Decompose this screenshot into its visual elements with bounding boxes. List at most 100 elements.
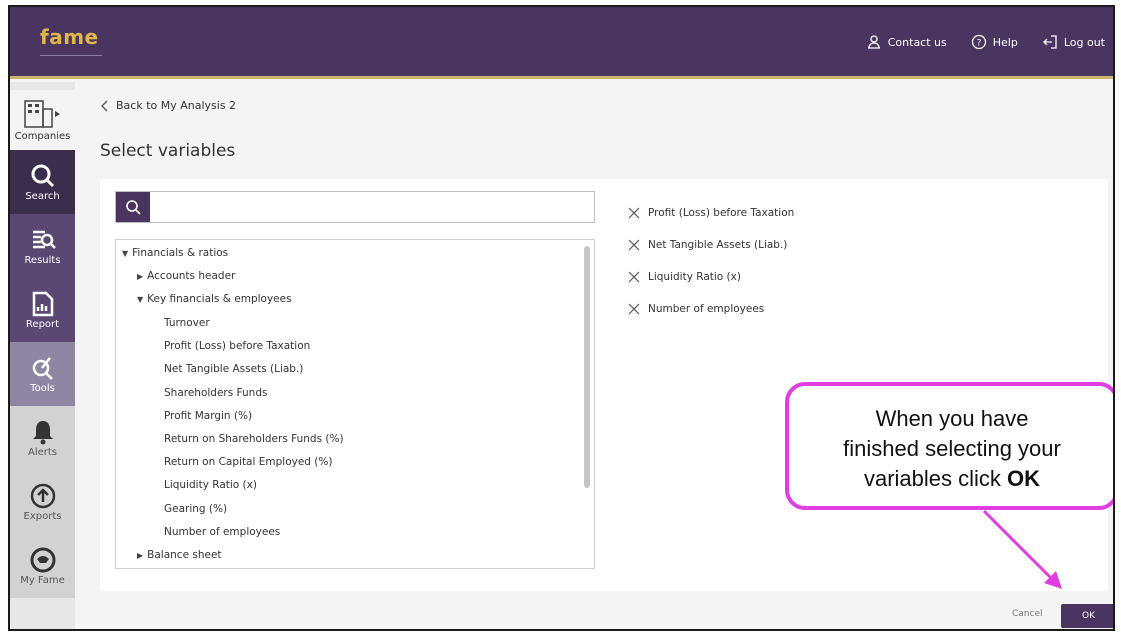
sidebar-item-results[interactable]: Results bbox=[10, 214, 75, 278]
log-out-link[interactable]: Log out bbox=[1042, 34, 1105, 50]
sidebar-label-my-fame: My Fame bbox=[20, 574, 65, 586]
selected-variable-label: Net Tangible Assets (Liab.) bbox=[648, 239, 788, 251]
tree-leaf-item[interactable]: Net Tangible Assets (Liab.) bbox=[164, 358, 594, 380]
remove-icon[interactable] bbox=[628, 239, 640, 251]
sidebar-label-companies: Companies bbox=[14, 130, 71, 142]
tree-node-label: Accounts header bbox=[147, 270, 236, 282]
page-title: Select variables bbox=[100, 141, 236, 161]
tree-leaf-item[interactable]: Shareholders Funds bbox=[164, 382, 594, 404]
variable-search bbox=[115, 191, 595, 223]
tree-leaf-item[interactable]: Gearing (%) bbox=[164, 498, 594, 520]
remove-icon[interactable] bbox=[628, 271, 640, 283]
tree-leaf-item[interactable]: Number of employees bbox=[164, 521, 594, 543]
back-link[interactable]: Back to My Analysis 2 bbox=[100, 99, 236, 112]
remove-icon[interactable] bbox=[628, 207, 640, 219]
tree-node-label: Financials & ratios bbox=[132, 247, 229, 259]
sidebar-item-search[interactable]: Search bbox=[10, 150, 75, 214]
caret-down-icon: ▼ bbox=[137, 294, 144, 304]
profile-icon bbox=[30, 547, 55, 572]
back-link-label: Back to My Analysis 2 bbox=[116, 99, 237, 112]
tree-leaf-label: Gearing (%) bbox=[164, 502, 228, 515]
logo-underline bbox=[40, 55, 102, 56]
sidebar-label-exports: Exports bbox=[23, 510, 62, 522]
upload-icon bbox=[30, 483, 55, 508]
tree-scrollbar[interactable] bbox=[584, 246, 590, 488]
results-icon bbox=[32, 230, 56, 249]
variable-tree: ▼ Financials & ratios ▶ Accounts header ▼ K… bbox=[115, 239, 595, 569]
help-link[interactable]: ? Help bbox=[971, 34, 1018, 50]
tree-leaf-item[interactable]: Profit (Loss) before Taxation bbox=[164, 335, 594, 357]
callout-line-1: When you have bbox=[875, 406, 1029, 431]
selected-variable-item: Net Tangible Assets (Liab.) bbox=[628, 229, 794, 261]
selected-variable-label: Number of employees bbox=[648, 303, 765, 315]
callout-line-3-text: variables click bbox=[863, 466, 1008, 491]
tree-leaf-item[interactable]: Profit Margin (%) bbox=[164, 405, 594, 427]
sidebar-item-alerts[interactable]: Alerts bbox=[10, 406, 75, 470]
search-input[interactable] bbox=[154, 196, 584, 218]
sidebar-item-report[interactable]: Report bbox=[10, 278, 75, 342]
sidebar-item-exports[interactable]: Exports bbox=[10, 470, 75, 534]
sidebar: Companies Search Results Report Tools Al… bbox=[10, 82, 75, 629]
tree-leaf-label: Return on Capital Employed (%) bbox=[164, 456, 333, 469]
svg-text:?: ? bbox=[976, 39, 981, 49]
tree-leaf-label: Liquidity Ratio (x) bbox=[164, 479, 257, 492]
selected-variable-item: Liquidity Ratio (x) bbox=[628, 261, 794, 293]
help-icon: ? bbox=[971, 34, 986, 50]
tree-leaf-item[interactable]: Return on Capital Employed (%) bbox=[164, 451, 594, 473]
caret-right-icon: ▶ bbox=[137, 550, 144, 560]
callout-ok-emphasis: OK bbox=[1007, 466, 1041, 491]
search-icon bbox=[126, 200, 141, 215]
tree-node-accounts-header[interactable]: ▶ Accounts header bbox=[137, 265, 594, 287]
tree-node-key-financials[interactable]: ▼ Key financials & employees bbox=[137, 288, 594, 310]
bell-icon bbox=[32, 420, 53, 444]
tree-leaf-item[interactable]: Return on Shareholders Funds (%) bbox=[164, 428, 594, 450]
contact-us-link[interactable]: Contact us bbox=[866, 34, 947, 50]
caret-down-icon: ▼ bbox=[122, 248, 129, 258]
sidebar-label-tools: Tools bbox=[30, 382, 55, 394]
tree-node-label: Key financials & employees bbox=[147, 293, 292, 305]
callout-text: When you have finished selecting your va… bbox=[789, 404, 1113, 494]
tree-leaf-item[interactable]: Liquidity Ratio (x) bbox=[164, 474, 594, 496]
sidebar-label-report: Report bbox=[25, 318, 60, 330]
ok-button[interactable]: OK bbox=[1061, 604, 1113, 628]
tree-leaf-item[interactable]: Turnover bbox=[164, 312, 594, 334]
tree-leaf-label: Number of employees bbox=[164, 525, 281, 538]
tree-node-balance-sheet[interactable]: ▶ Balance sheet bbox=[137, 544, 594, 566]
search-icon bbox=[31, 164, 54, 187]
top-bar: fame Contact us ? Help Log out bbox=[10, 7, 1113, 79]
callout-line-3: variables click OK bbox=[789, 464, 1113, 494]
tree-leaf-label: Return on Shareholders Funds (%) bbox=[164, 433, 344, 445]
tree-leaf-label: Profit (Loss) before Taxation bbox=[164, 340, 311, 353]
search-button[interactable] bbox=[116, 192, 150, 222]
sidebar-item-my-fame[interactable]: My Fame bbox=[10, 534, 75, 598]
instruction-callout: When you have finished selecting your va… bbox=[785, 382, 1113, 510]
callout-arrow bbox=[982, 509, 1062, 589]
top-nav: Contact us ? Help Log out bbox=[866, 34, 1105, 50]
selected-variable-item: Number of employees bbox=[628, 293, 794, 325]
building-icon bbox=[23, 99, 60, 128]
person-icon bbox=[867, 35, 880, 49]
tools-icon bbox=[32, 356, 53, 380]
contact-us-label: Contact us bbox=[887, 35, 947, 49]
sidebar-item-companies[interactable]: Companies bbox=[10, 90, 75, 150]
app-window: fame Contact us ? Help Log out Companies… bbox=[8, 5, 1115, 631]
tree-leaf-label: Shareholders Funds bbox=[164, 386, 268, 399]
sidebar-item-tools[interactable]: Tools bbox=[10, 342, 75, 406]
selected-variable-label: Liquidity Ratio (x) bbox=[648, 271, 741, 283]
tree-leaf-label: Turnover bbox=[164, 317, 210, 329]
logout-icon bbox=[1042, 35, 1057, 49]
fame-logo[interactable]: fame bbox=[40, 25, 99, 49]
tree-leaf-label: Net Tangible Assets (Liab.) bbox=[164, 363, 304, 376]
selected-variable-item: Profit (Loss) before Taxation bbox=[628, 197, 794, 229]
tree-node-financials[interactable]: ▼ Financials & ratios bbox=[122, 242, 582, 264]
help-label: Help bbox=[992, 35, 1018, 49]
report-icon bbox=[32, 291, 53, 316]
tree-leaf-label: Profit Margin (%) bbox=[164, 409, 253, 422]
selected-variable-label: Profit (Loss) before Taxation bbox=[648, 207, 795, 219]
caret-right-icon: ▶ bbox=[137, 271, 144, 281]
remove-icon[interactable] bbox=[628, 303, 640, 315]
selected-variables-list: Profit (Loss) before Taxation Net Tangibl… bbox=[628, 197, 794, 325]
cancel-button[interactable]: Cancel bbox=[1012, 609, 1043, 619]
chevron-left-icon bbox=[101, 100, 108, 111]
sidebar-label-results: Results bbox=[24, 254, 61, 266]
